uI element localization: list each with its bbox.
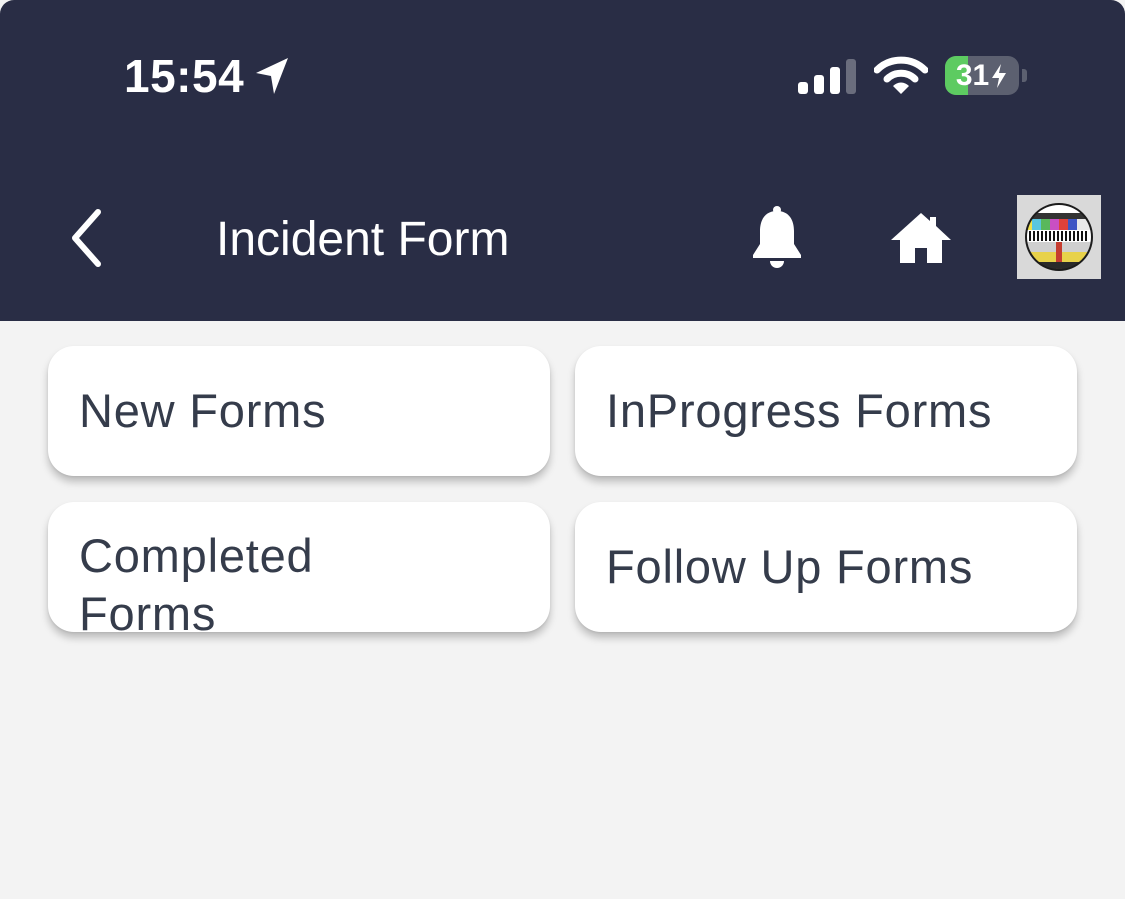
chevron-left-icon bbox=[72, 209, 101, 267]
completed-forms-button[interactable]: Completed Forms bbox=[48, 502, 550, 632]
completed-forms-label: Completed Forms bbox=[79, 529, 314, 632]
battery-indicator: 31 bbox=[945, 56, 1019, 95]
top-bar: 15:54 31 Incident Form bbox=[0, 0, 1125, 321]
home-button[interactable] bbox=[888, 210, 954, 266]
back-button[interactable] bbox=[56, 200, 116, 276]
inprogress-forms-label: InProgress Forms bbox=[606, 384, 993, 437]
battery-cap bbox=[1022, 69, 1027, 82]
follow-up-forms-label: Follow Up Forms bbox=[606, 540, 974, 593]
new-forms-label: New Forms bbox=[79, 384, 327, 437]
page-title: Incident Form bbox=[216, 213, 510, 266]
battery-level-text: 31 bbox=[955, 58, 990, 92]
wifi-icon bbox=[873, 56, 929, 96]
avatar[interactable] bbox=[1017, 195, 1101, 279]
test-card-avatar-icon bbox=[1017, 195, 1101, 279]
notifications-button[interactable] bbox=[746, 204, 808, 270]
bell-icon bbox=[753, 206, 801, 268]
charging-bolt-icon bbox=[992, 63, 1007, 88]
cellular-signal-icon bbox=[798, 58, 856, 94]
home-icon bbox=[891, 213, 951, 263]
status-time: 15:54 bbox=[124, 50, 245, 102]
follow-up-forms-button[interactable]: Follow Up Forms bbox=[575, 502, 1077, 632]
new-forms-button[interactable]: New Forms bbox=[48, 346, 550, 476]
status-bar-time-group: 15:54 bbox=[124, 48, 292, 104]
inprogress-forms-button[interactable]: InProgress Forms bbox=[575, 346, 1077, 476]
location-arrow-icon bbox=[252, 54, 292, 98]
